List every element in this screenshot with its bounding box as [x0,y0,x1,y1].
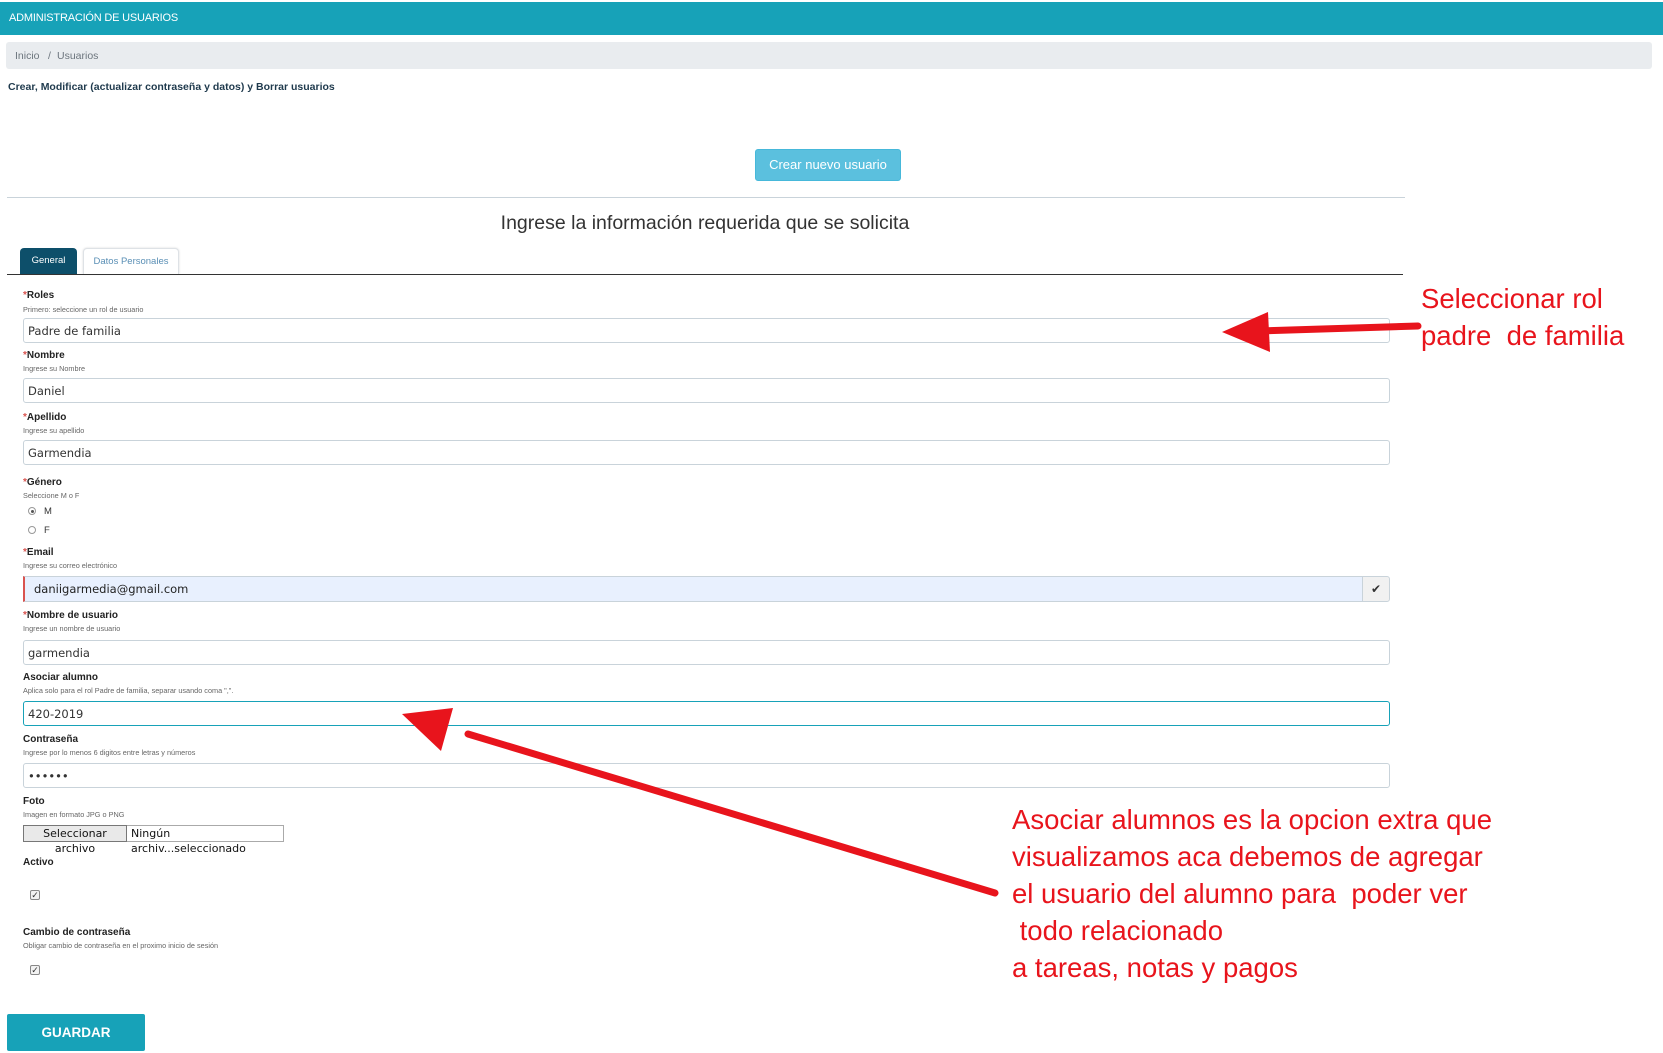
roles-arrow [1222,312,1422,352]
asociar-arrow [402,708,999,897]
annotation-arrows [402,312,1422,897]
